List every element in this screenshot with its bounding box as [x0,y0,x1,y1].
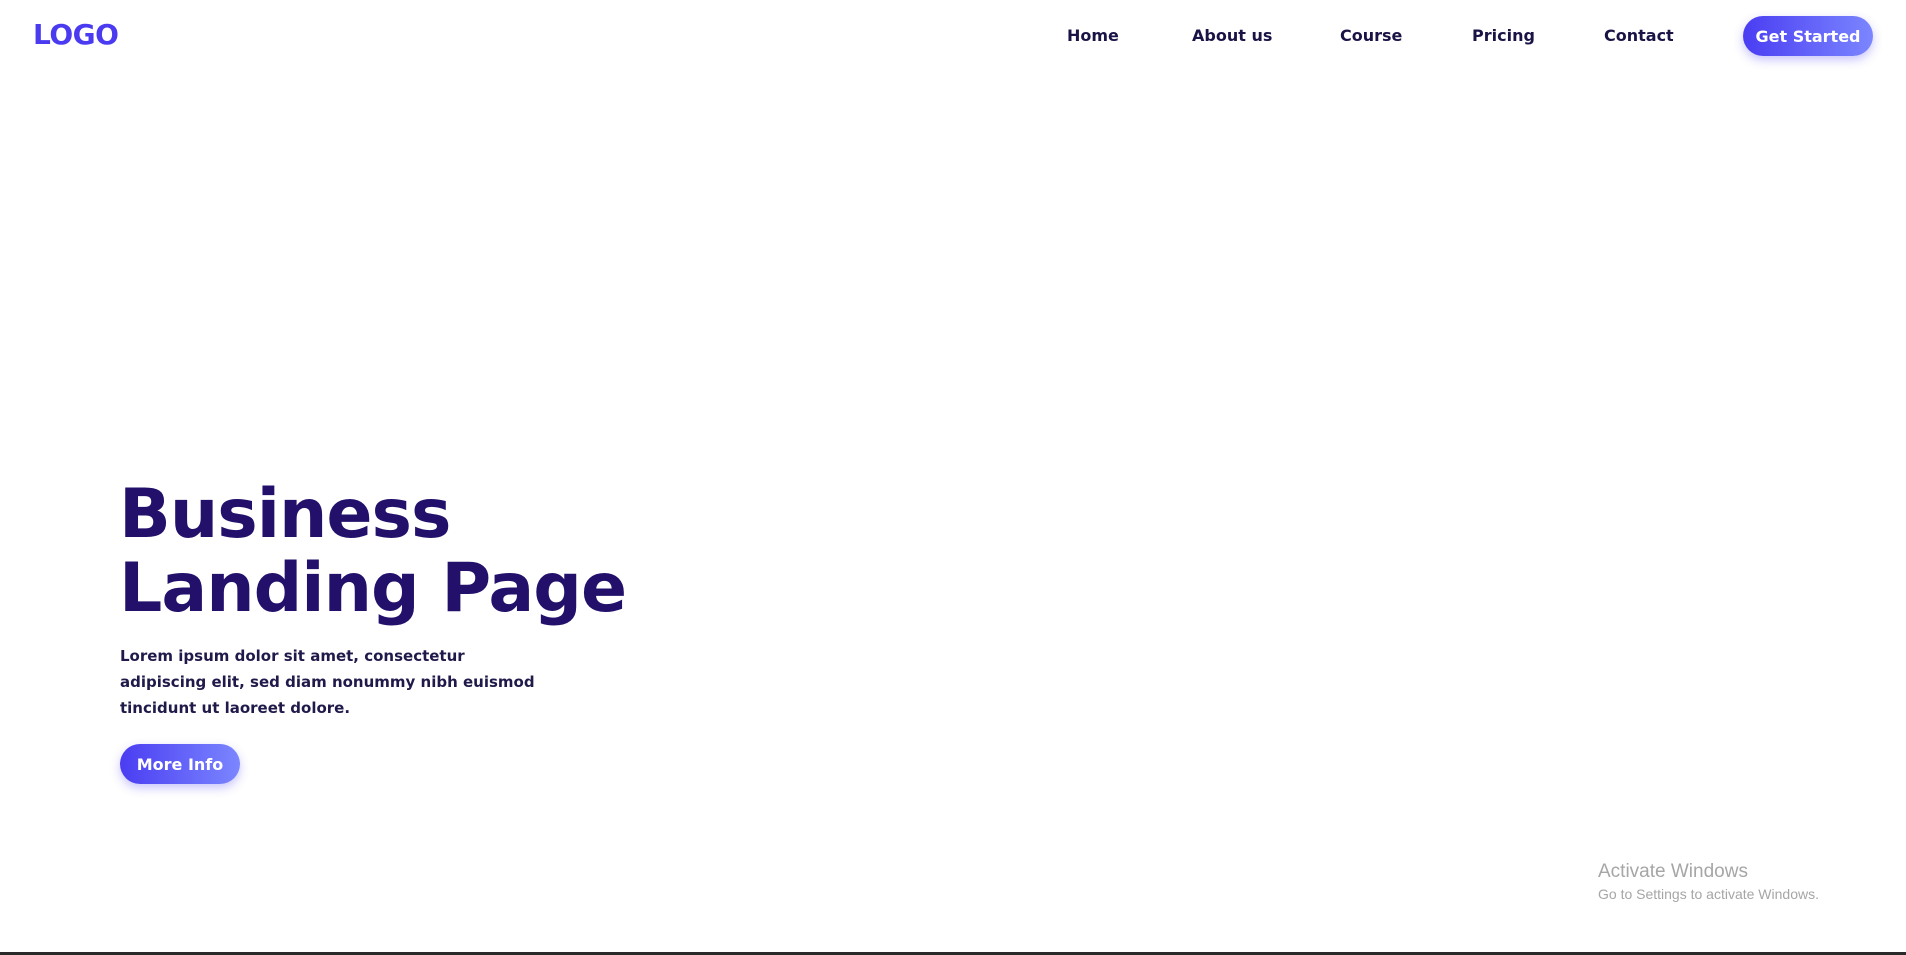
hero-title-line-2: Landing Page [119,549,627,628]
activate-windows-watermark: Activate Windows Go to Settings to activ… [1598,860,1819,904]
nav-about-link[interactable]: About us [1192,26,1272,45]
hero-title: Business Landing Page [119,475,627,628]
landing-page: LOGO Home About us Course Pricing Contac… [0,0,1906,955]
more-info-button[interactable]: More Info [120,744,240,784]
top-navigation: LOGO Home About us Course Pricing Contac… [0,0,1906,72]
watermark-title: Activate Windows [1598,861,1748,882]
watermark-subtitle: Go to Settings to activate Windows. [1598,886,1819,902]
hero-description: Lorem ipsum dolor sit amet, consectetur … [120,647,535,717]
logo[interactable]: LOGO [33,18,119,51]
get-started-button[interactable]: Get Started [1743,16,1873,56]
hero-title-line-1: Business [119,475,452,554]
nav-home-link[interactable]: Home [1067,26,1119,45]
nav-pricing-link[interactable]: Pricing [1472,26,1535,45]
nav-contact-link[interactable]: Contact [1604,26,1674,45]
nav-course-link[interactable]: Course [1340,26,1402,45]
